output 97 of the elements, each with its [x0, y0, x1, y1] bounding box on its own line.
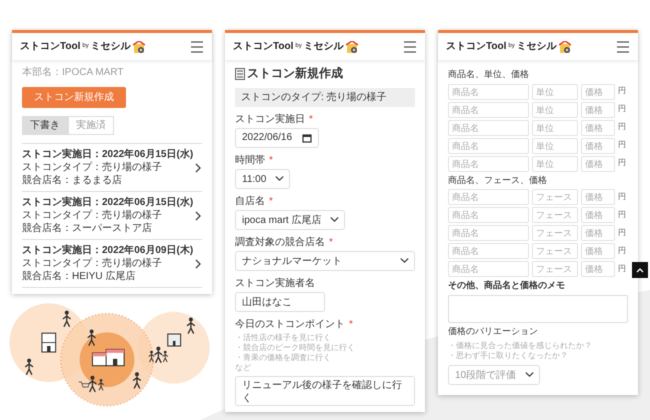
input-field[interactable]: 単位	[532, 156, 578, 172]
currency-label: 円	[618, 210, 627, 221]
field-label: 調査対象の競合店名	[235, 236, 325, 248]
logo-brand-text: ミセシル	[516, 40, 557, 53]
page-title: ストコン新規作成	[247, 66, 343, 82]
menu-icon	[403, 40, 417, 54]
field-label: ストコン実施者名	[235, 278, 315, 289]
logo-brand-text: ミセシル	[90, 40, 131, 53]
input-field[interactable]: 商品名	[448, 261, 529, 278]
select-field[interactable]: ナショナルマーケット	[235, 250, 415, 271]
logo-icon	[132, 40, 145, 52]
input-field[interactable]: 商品名	[448, 156, 529, 172]
logo-icon	[346, 40, 358, 52]
currency-label: 円	[618, 192, 627, 203]
input-field[interactable]: 価格	[581, 261, 615, 278]
hint-text: ・思わず手に取りたくなったか？	[448, 350, 569, 361]
input-field[interactable]: 商品名	[448, 138, 529, 154]
chevron-right-icon	[194, 162, 202, 172]
field-label: ストコン実施日	[235, 114, 305, 125]
input-field[interactable]: 商品名	[448, 102, 529, 118]
input-field[interactable]: 価格	[581, 102, 615, 118]
input-field[interactable]: フェース	[532, 261, 578, 278]
input-field[interactable]: 価格	[581, 207, 615, 224]
input-field[interactable]: 価格	[581, 138, 615, 154]
input-field[interactable]: フェース	[532, 243, 578, 260]
field-label: 今日のストコンポイント	[235, 318, 345, 330]
input-field[interactable]: 商品名	[448, 243, 529, 260]
input-field[interactable]: 商品名	[448, 207, 529, 224]
input-field[interactable]: 価格	[581, 84, 615, 100]
logo-icon	[558, 40, 571, 52]
required-mark: *	[309, 114, 313, 125]
caret-up-icon	[636, 266, 644, 274]
calendar-icon	[302, 132, 312, 143]
store-label: 本部名：IPOCA MART	[22, 66, 124, 79]
input-field[interactable]: フェース	[532, 207, 578, 224]
input-field[interactable]: 単位	[532, 84, 578, 100]
document-icon	[235, 68, 245, 80]
required-mark: *	[269, 154, 273, 166]
menu-button[interactable]	[190, 40, 204, 54]
currency-label: 円	[618, 122, 627, 133]
logo-text: ストコンTool	[233, 40, 294, 53]
date-field[interactable]: 2022/06/16	[235, 128, 320, 148]
hint-text: ・競合店のピーク時間を見に行く	[235, 342, 356, 353]
text-field[interactable]: 山田はなこ	[235, 292, 325, 312]
input-field[interactable]: 商品名	[448, 120, 529, 136]
section-label: 商品名、フェース、価格	[448, 174, 548, 186]
section-label: 商品名、単位、価格	[448, 69, 530, 81]
input-field[interactable]: フェース	[532, 225, 578, 242]
currency-label: 円	[618, 140, 627, 151]
logo-brand-text: ミセシル	[304, 40, 344, 53]
field-label: 時間帯	[235, 154, 265, 166]
status-tab[interactable]: 下書き	[22, 116, 68, 135]
menu-button[interactable]	[403, 40, 417, 54]
input-field[interactable]: 価格	[581, 189, 615, 206]
input-field[interactable]: 商品名	[448, 189, 529, 206]
input-field[interactable]: 価格	[581, 243, 615, 260]
scroll-top-button[interactable]	[632, 262, 648, 278]
history-entry[interactable]: ストコン実施日：2022年06月15日(水) ストコンタイプ：売り場の様子 競合店名：まるまる店	[22, 143, 202, 191]
input-field[interactable]: 商品名	[448, 225, 529, 242]
currency-label: 円	[618, 228, 627, 239]
chevron-right-icon	[194, 210, 202, 220]
menu-button[interactable]	[616, 40, 630, 54]
hint-text: ・青果の価格を調査に行く	[235, 352, 332, 363]
hint-text: など	[235, 362, 252, 373]
currency-label: 円	[618, 158, 627, 169]
section-label: その他、商品名と価格のメモ	[448, 280, 566, 292]
field-label: 自店名	[235, 196, 265, 207]
input-field[interactable]: 価格	[581, 156, 615, 172]
input-field[interactable]: フェース	[532, 189, 578, 206]
select-field[interactable]: 11:00	[235, 168, 290, 189]
currency-label: 円	[618, 104, 627, 115]
chevron-right-icon	[194, 258, 202, 268]
required-mark: *	[329, 236, 333, 248]
history-entry[interactable]: ストコン実施日：2022年06月09日(木) ストコンタイプ：売り場の様子 競合店名：HEIYU 広尾店	[22, 239, 202, 288]
text-area[interactable]: リニューアル後の様子を確認しに行く	[235, 376, 415, 406]
input-field[interactable]: 単位	[532, 102, 578, 118]
history-entry[interactable]: ストコン実施日：2022年06月15日(水) ストコンタイプ：売り場の様子 競合店名：スーパーストア店	[22, 191, 202, 239]
hint-text: ・活性店の様子を見に行く	[235, 332, 332, 343]
input-field[interactable]: 単位	[532, 120, 578, 136]
logo-text: ストコンTool	[446, 40, 506, 53]
required-mark: *	[349, 318, 353, 330]
select-field[interactable]: ipoca mart 広尾店	[235, 210, 345, 230]
input-field[interactable]: 商品名	[448, 84, 529, 100]
logo-text: ストコンTool	[20, 40, 80, 53]
input-field[interactable]: 価格	[581, 120, 615, 136]
input-field[interactable]: 単位	[532, 138, 578, 154]
currency-label: 円	[618, 86, 627, 97]
hint-text: ・価格に見合った価値を感じられたか？	[448, 340, 593, 351]
currency-label: 円	[618, 246, 627, 257]
menu-icon	[190, 40, 204, 54]
section-label: 価格のバリエーション	[448, 326, 539, 338]
type-note: ストコンのタイプ: 売り場の様子	[235, 88, 415, 107]
required-mark: *	[269, 196, 273, 207]
currency-label: 円	[618, 264, 627, 275]
menu-icon	[616, 40, 630, 54]
memo-field[interactable]	[448, 295, 628, 324]
input-field[interactable]: 価格	[581, 225, 615, 242]
